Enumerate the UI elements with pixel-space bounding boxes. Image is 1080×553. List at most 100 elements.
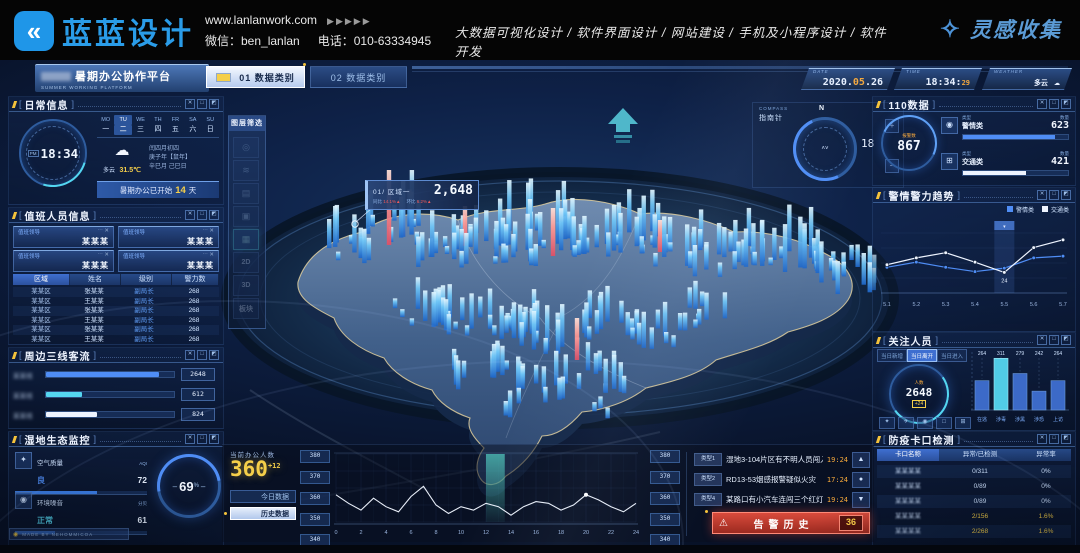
scroll-down-button[interactable]: ▼ (852, 492, 870, 508)
window-icon[interactable]: □ (197, 99, 207, 109)
close-icon[interactable]: ✕ (104, 252, 109, 258)
window-icon[interactable]: □ (1049, 99, 1059, 109)
table-row[interactable]: 某某某某0/890% (877, 495, 1071, 508)
close-icon[interactable]: ✕ (1037, 434, 1047, 444)
more-icon[interactable]: ⋯ (202, 228, 208, 234)
close-icon[interactable]: ✕ (185, 434, 195, 444)
svg-text:5.4: 5.4 (971, 302, 979, 308)
table-row[interactable]: 某某某某0/3110% (877, 465, 1071, 478)
tab-daily-enter[interactable]: 当日进入 (937, 349, 967, 362)
window-icon[interactable]: □ (1049, 335, 1059, 345)
close-icon[interactable]: ✕ (209, 228, 214, 234)
inspiration-collect[interactable]: ✧ 灵感收集 (940, 14, 1062, 44)
close-icon[interactable]: ✕ (1037, 190, 1047, 200)
column-header-count[interactable]: 警力数 (172, 274, 219, 285)
close-icon[interactable]: ✕ (209, 252, 214, 258)
expand-icon[interactable]: ◩ (209, 350, 219, 360)
window-icon[interactable]: □ (197, 350, 207, 360)
table-row[interactable]: 某某区王某某副局长268 (13, 335, 219, 345)
cell-level: 副局长 (119, 325, 169, 335)
duty-leader-card[interactable]: 值班领导⋯ ✕ 某某某 (118, 250, 219, 272)
cell-area: 某某区 (13, 306, 69, 316)
phone-number: 电话：010-63334945 (318, 34, 431, 48)
compass-north: N (819, 105, 824, 112)
column-header-name[interactable]: 姓名 (70, 274, 121, 285)
alert-text: 某路口有小汽车连闯三个红灯 (726, 494, 823, 505)
gear-icon: ◉ (13, 531, 19, 538)
cell-rate: 0% (1021, 480, 1071, 493)
svg-text:在逃: 在逃 (977, 416, 987, 423)
alert-item[interactable]: 类型2 RD13-53烟感报警疑似火灾 17:24 (694, 472, 848, 487)
table-row[interactable]: 某某区张某某副局长268 (13, 325, 219, 335)
cell-level: 副局长 (119, 297, 169, 307)
svg-text:0: 0 (334, 530, 337, 536)
more-icon[interactable]: ⋯ (97, 252, 103, 258)
office-line-chart[interactable]: 024681012141618202224 (332, 450, 646, 542)
duty-leader-card[interactable]: 值班领导⋯ ✕ 某某某 (118, 226, 219, 248)
close-icon[interactable]: ✕ (1037, 335, 1047, 345)
person-icon[interactable]: ✦ (879, 417, 895, 429)
column-header-name[interactable]: 卡口名称 (877, 449, 939, 461)
cell-name: 某某某某 (877, 510, 939, 523)
scroll-dot-button[interactable]: ● (852, 472, 870, 488)
close-icon[interactable]: ✕ (1037, 99, 1047, 109)
gauge-arc (873, 107, 945, 179)
expand-icon[interactable]: ◩ (1061, 335, 1071, 345)
flow-bar-row: 某某线 824 (13, 408, 215, 421)
table-row[interactable]: 某某区王某某副局长268 (13, 316, 219, 326)
table-row[interactable]: 某某区张某某副局长268 (13, 287, 219, 297)
lock-icon[interactable]: □ (936, 417, 952, 429)
column-header-area[interactable]: 区域 (13, 274, 70, 285)
alert-item[interactable]: 类型1 湿地3-104片区有不明人员闯入 19:24 (694, 452, 848, 467)
tab-daily-left[interactable]: 当日离开 (907, 349, 937, 362)
more-icon[interactable]: ⋯ (97, 228, 103, 234)
expand-icon[interactable]: ◩ (209, 434, 219, 444)
tab-data-category-1[interactable]: 01 数据类别 (206, 66, 305, 88)
scroll-up-button[interactable]: ▲ (852, 452, 870, 468)
site-url[interactable]: www.lanlanwork.com (205, 13, 317, 27)
table-row[interactable]: 某某区张某某副局长268 (13, 306, 219, 316)
history-data-button[interactable]: 历史数据 (230, 507, 296, 520)
trend-line-chart[interactable]: ▾245.15.25.35.45.55.65.7 (879, 215, 1069, 311)
column-header-level[interactable]: 级别 (121, 274, 172, 285)
table-row[interactable]: 某某某某2/2681.6% (877, 525, 1071, 538)
duty-leader-card[interactable]: 值班领导⋯ ✕ 某某某 (13, 226, 114, 248)
expand-icon[interactable]: ◩ (209, 99, 219, 109)
duty-leader-card[interactable]: 值班领导⋯ ✕ 某某某 (13, 250, 114, 272)
more-icon[interactable]: ⋯ (202, 252, 208, 258)
duty-role: 值班领导 (18, 252, 40, 260)
compass-ring[interactable]: ˄˅ (793, 117, 857, 181)
column-header-detect[interactable]: 异常/已检测 (939, 449, 1021, 461)
close-icon[interactable]: ✕ (104, 228, 109, 234)
cell-count: 268 (169, 297, 219, 307)
tab-daily-new[interactable]: 当日新增 (877, 349, 907, 362)
table-row[interactable]: 某某某某0/890% (877, 480, 1071, 493)
duty-role: 值班领导 (123, 252, 145, 260)
column-header-rate[interactable]: 异常率 (1021, 449, 1071, 461)
close-icon[interactable]: ✕ (185, 210, 195, 220)
window-icon[interactable]: □ (1049, 190, 1059, 200)
active-dot (303, 63, 306, 66)
weekday-en: SA (184, 115, 201, 125)
expand-icon[interactable]: ◩ (1061, 99, 1071, 109)
alert-history-banner[interactable]: ⚠ 告警历史 36 (712, 512, 870, 534)
table-row[interactable]: 某某区王某某副局长268 (13, 297, 219, 307)
expand-icon[interactable]: ◩ (1061, 434, 1071, 444)
target-icon[interactable]: ◉ (917, 417, 933, 429)
close-icon[interactable]: ✕ (185, 350, 195, 360)
page: « 蓝蓝设计 www.lanlanwork.com▶▶▶▶▶ 微信：ben_la… (0, 0, 1080, 553)
expand-icon[interactable]: ◩ (1061, 190, 1071, 200)
today-data-button[interactable]: 今日数据 (230, 490, 296, 503)
plane-icon[interactable]: ✈ (898, 417, 914, 429)
close-icon[interactable]: ✕ (185, 99, 195, 109)
svg-text:24: 24 (633, 530, 639, 536)
window-icon[interactable]: □ (197, 434, 207, 444)
alert-item[interactable]: 类型4 某路口有小汽车连闯三个红灯 19:24 (694, 492, 848, 507)
table-row[interactable]: 某某某某2/1561.6% (877, 510, 1071, 523)
panel-110-data: [110数据] ✕□◩ 报警数 867 ◉ 类型 警情类 数量 623 ⊞ 类型… (872, 96, 1076, 186)
window-icon[interactable]: □ (1049, 434, 1059, 444)
window-icon[interactable]: □ (197, 210, 207, 220)
focus-bar-chart[interactable]: 264在逃311涉毒279涉黑242涉恐264上访 (969, 348, 1071, 428)
tab-data-category-2[interactable]: 02 数据类别 (310, 66, 407, 88)
expand-icon[interactable]: ◩ (209, 210, 219, 220)
